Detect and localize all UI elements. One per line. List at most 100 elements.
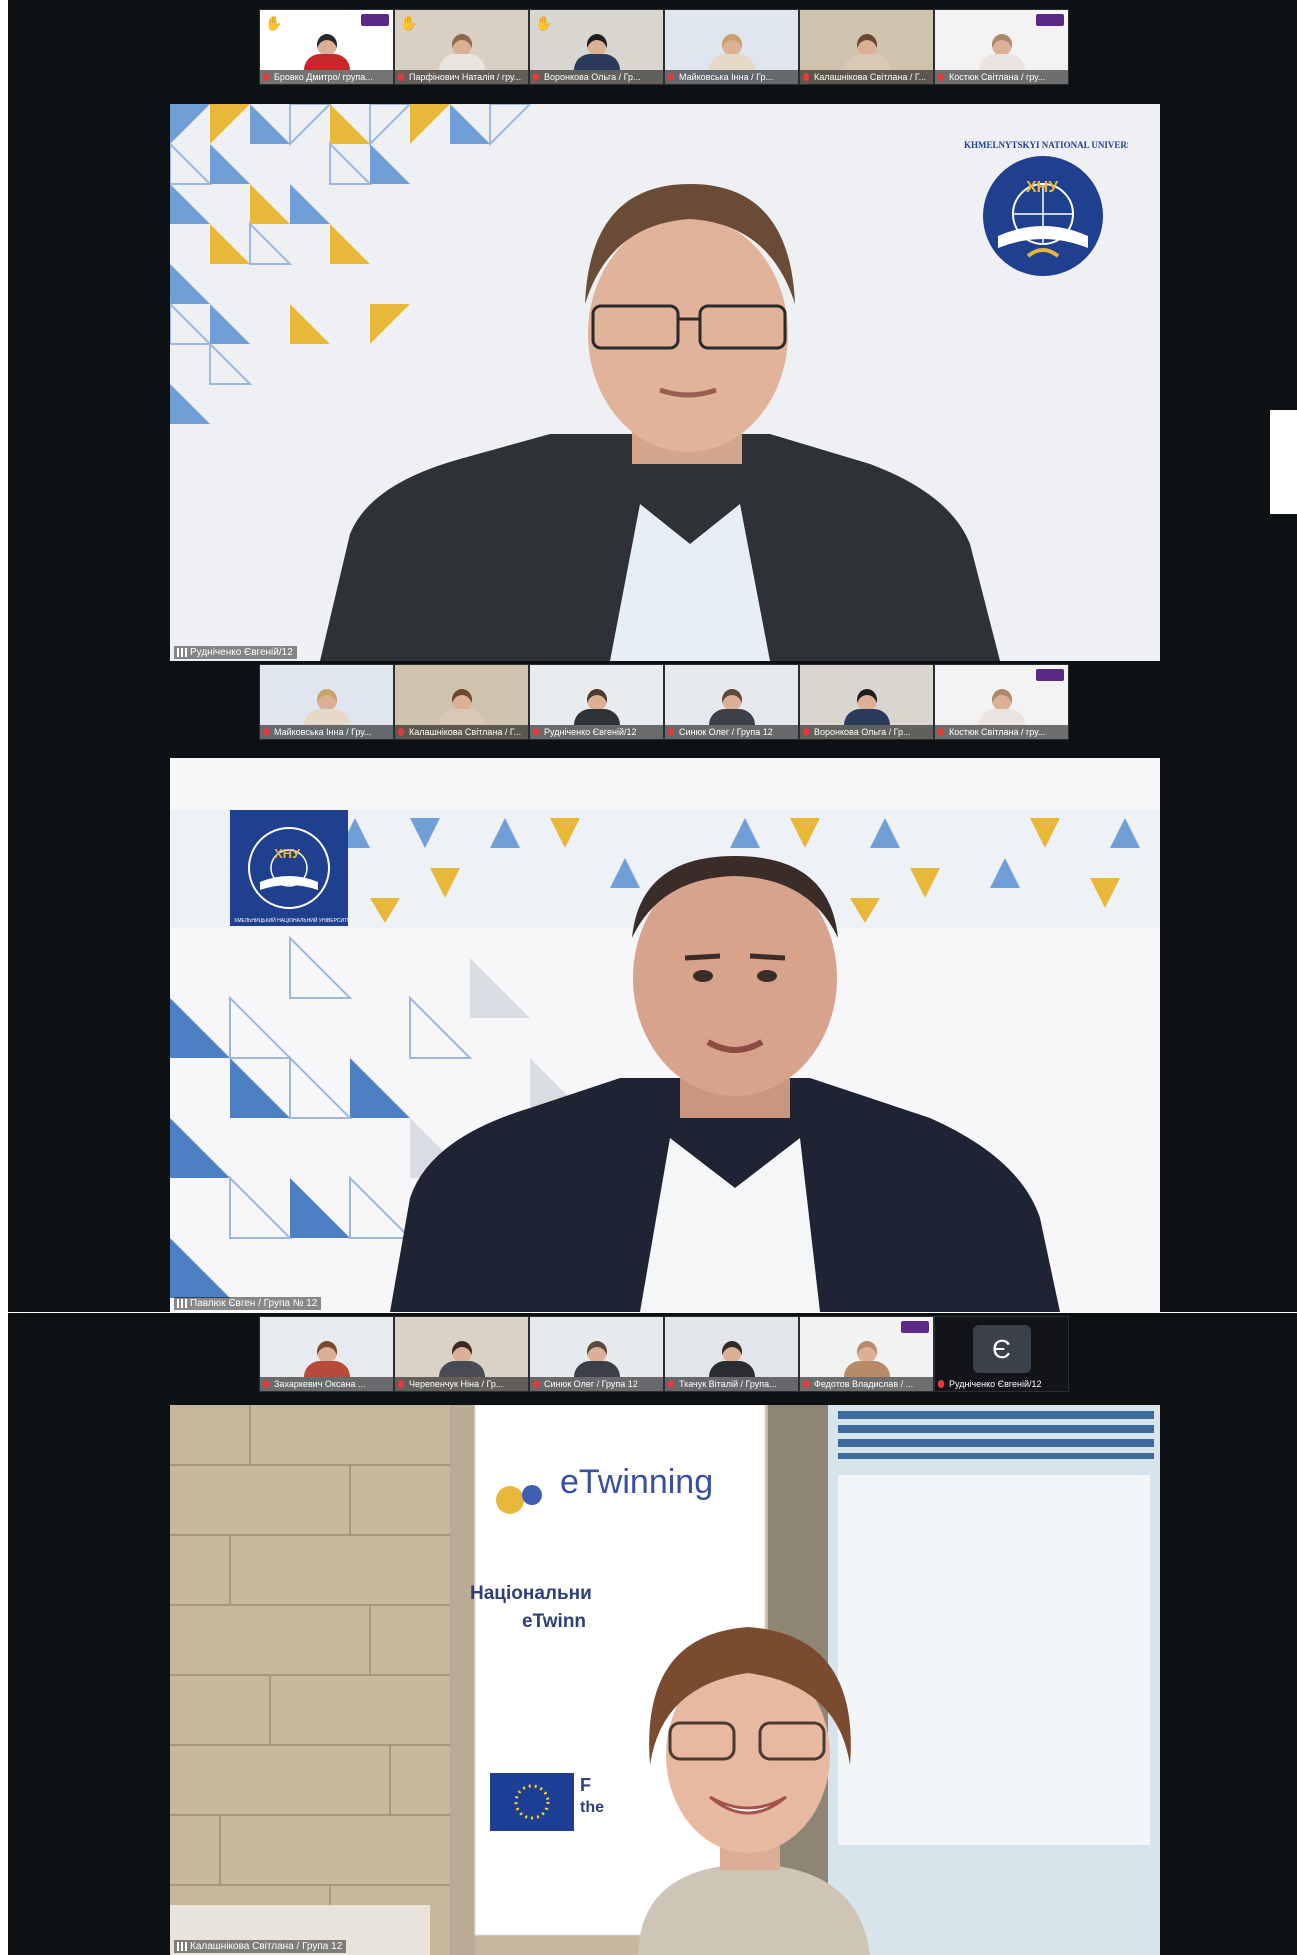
muted-mic-icon (263, 73, 269, 81)
participant-thumbnail[interactable]: Синюк Олег / Група 12 (664, 664, 799, 740)
thumbnail-strip-3[interactable]: Захаркевич Оксана ... Черепенчук Ніна / Г… (259, 1316, 1069, 1392)
speaker-name-label: Павлюк Євген / Група № 12 (174, 1297, 322, 1310)
participant-figure (438, 1341, 485, 1377)
participant-name: Воронкова Ольга / Гр... (800, 725, 933, 739)
participant-thumbnail[interactable]: Черепенчук Ніна / Гр... (394, 1316, 529, 1392)
muted-mic-icon (668, 73, 674, 81)
muted-mic-icon (533, 728, 539, 736)
participant-name: Калашнікова Світлана / Г... (800, 70, 933, 84)
participant-name: Майковська Інна / Гр... (665, 70, 798, 84)
active-speaker-video-2[interactable]: ХНУ ХМЕЛЬНИЦЬКИЙ НАЦІОНАЛЬНИЙ УНІВЕРСИТЕ… (170, 758, 1160, 1312)
video-panel-1: ✋ Бровко Дмитро/ група... ✋ Парфінович Ната… (8, 0, 1297, 688)
participant-name: Бровко Дмитро/ група... (260, 70, 393, 84)
muted-mic-icon (398, 1380, 404, 1388)
participant-thumbnail[interactable]: Захаркевич Оксана ... (259, 1316, 394, 1392)
banner-text-group: eTwinning (560, 1463, 713, 1502)
muted-mic-icon (938, 73, 944, 81)
participant-thumbnail[interactable]: Калашнікова Світлана / Г... (799, 9, 934, 85)
speaker-name-label: Калашнікова Світлана / Група 12 (174, 1940, 347, 1953)
speaker-name-text: Павлюк Євген / Група № 12 (190, 1298, 318, 1309)
participant-figure (978, 689, 1025, 725)
participant-figure (438, 689, 485, 725)
participant-name: Парфінович Наталія / гру... (395, 70, 528, 84)
banner-line-2: eTwinn (522, 1611, 587, 1632)
university-badge-icon (1036, 14, 1064, 26)
participant-name: Рудніченко Євгеній/12 (530, 725, 663, 739)
muted-mic-icon (263, 1380, 269, 1388)
participant-figure (438, 34, 485, 70)
participant-figure (708, 34, 755, 70)
participant-figure (843, 34, 890, 70)
participant-thumbnail[interactable]: Костюк Світлана / гру... (934, 664, 1069, 740)
active-speaker-video-1[interactable]: ХНУ KHMELNYTSKYI NATIONAL UNIVERSITY Руд… (170, 104, 1160, 661)
participant-figure (843, 689, 890, 725)
university-badge-icon (361, 14, 389, 26)
participant-figure (978, 34, 1025, 70)
muted-mic-icon (398, 728, 404, 736)
muted-mic-icon (533, 73, 539, 81)
raised-hand-icon: ✋ (265, 15, 283, 31)
participant-thumbnail[interactable]: Костюк Світлана / гру... (934, 9, 1069, 85)
participant-thumbnail[interactable]: Федотов Владислав / ... (799, 1316, 934, 1392)
participant-thumbnail[interactable]: Рудніченко Євгеній/12 (529, 664, 664, 740)
participant-thumbnail[interactable]: Синюк Олег / Група 12 (529, 1316, 664, 1392)
avatar-initial: Є (972, 1325, 1031, 1373)
participant-figure (573, 689, 620, 725)
participant-figure (303, 689, 350, 725)
participant-thumbnail[interactable]: Майковська Інна / Гр... (664, 9, 799, 85)
muted-mic-icon (803, 728, 809, 736)
active-speaker-video-3[interactable]: eTwinning Національни eTwinn F the Калаш… (170, 1405, 1160, 1955)
banner-eu-line-2: the (580, 1799, 604, 1816)
thumbnail-strip-2[interactable]: Майковська Інна / Гру... Калашнікова Світ… (259, 664, 1069, 740)
participant-figure (708, 1341, 755, 1377)
participant-name: Костюк Світлана / гру... (935, 70, 1068, 84)
participant-thumbnail[interactable]: Калашнікова Світлана / Г... (394, 664, 529, 740)
muted-mic-icon (263, 728, 269, 736)
muted-mic-icon (398, 73, 404, 81)
raised-hand-icon: ✋ (400, 15, 418, 31)
signal-icon (177, 648, 187, 657)
participant-figure (708, 689, 755, 725)
participant-name: Калашнікова Світлана / Г... (395, 725, 528, 739)
speaker-name-label: Рудніченко Євгеній/12 (174, 646, 297, 659)
speaker-name-text: Калашнікова Світлана / Група 12 (190, 1941, 343, 1952)
participant-name: Костюк Світлана / гру... (935, 725, 1068, 739)
participant-thumbnail[interactable]: ✋ Бровко Дмитро/ група... (259, 9, 394, 85)
muted-mic-icon (938, 728, 944, 736)
participant-thumbnail[interactable]: Ткачук Віталій / Група... (664, 1316, 799, 1392)
muted-mic-icon (668, 1380, 674, 1388)
participant-figure (843, 1341, 890, 1377)
university-badge-icon (901, 1321, 929, 1333)
participant-name: Майковська Інна / Гру... (260, 725, 393, 739)
participant-figure (573, 1341, 620, 1377)
participant-figure (573, 34, 620, 70)
participant-name: Рудніченко Євгеній/12 (949, 1379, 1042, 1389)
banner-line-1: Національни (470, 1583, 592, 1604)
participant-video (320, 184, 1000, 661)
participant-figure (303, 1341, 350, 1377)
muted-mic-icon (533, 1380, 539, 1388)
participant-thumbnail[interactable]: Воронкова Ольга / Гр... (799, 664, 934, 740)
thumbnail-strip-1[interactable]: ✋ Бровко Дмитро/ група... ✋ Парфінович Ната… (259, 9, 1069, 85)
participant-thumbnail-avatar[interactable]: Є Рудніченко Євгеній/12 (934, 1316, 1069, 1392)
participant-thumbnail[interactable]: ✋ Парфінович Наталія / гру... (394, 9, 529, 85)
university-badge-icon (1036, 669, 1064, 681)
participant-thumbnail[interactable]: ✋ Воронкова Ольга / Гр... (529, 9, 664, 85)
raised-hand-icon: ✋ (535, 15, 553, 31)
speaker-name-text: Рудніченко Євгеній/12 (190, 647, 293, 658)
participant-name: Захаркевич Оксана ... (260, 1377, 393, 1391)
participant-name: Федотов Владислав / ... (800, 1377, 933, 1391)
participant-thumbnail[interactable]: Майковська Інна / Гру... (259, 664, 394, 740)
video-panel-3: Захаркевич Оксана ... Черепенчук Ніна / Г… (8, 1313, 1297, 1955)
participant-name: Черепенчук Ніна / Гр... (395, 1377, 528, 1391)
participant-video (390, 856, 1060, 1312)
participant-name: Синюк Олег / Група 12 (665, 725, 798, 739)
signal-icon (177, 1942, 187, 1951)
muted-mic-icon (803, 73, 809, 81)
participant-name: Ткачук Віталій / Група... (665, 1377, 798, 1391)
banner-eu-line-1: F (580, 1775, 591, 1795)
muted-mic-icon (668, 728, 674, 736)
muted-mic-icon (938, 1380, 944, 1388)
participant-name: Воронкова Ольга / Гр... (530, 70, 663, 84)
video-panel-2: Майковська Інна / Гру... Калашнікова Світ… (8, 662, 1297, 1312)
